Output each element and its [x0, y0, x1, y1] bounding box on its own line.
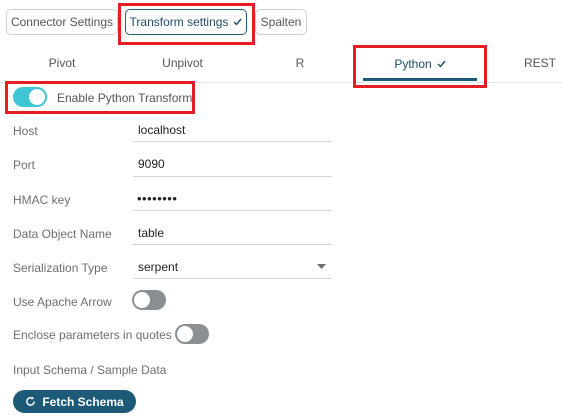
- tab-pivot-label: Pivot: [48, 56, 76, 70]
- tab-unpivot[interactable]: Unpivot: [155, 56, 210, 72]
- highlight-transform-settings: [118, 3, 255, 45]
- port-underline: [133, 176, 332, 177]
- tab-spalten[interactable]: Spalten: [255, 9, 307, 35]
- data-object-name-underline: [133, 244, 332, 245]
- use-apache-arrow-toggle[interactable]: [132, 290, 166, 310]
- tab-rest-label: REST: [523, 56, 556, 70]
- input-schema-label: Input Schema / Sample Data: [13, 363, 167, 377]
- host-label: Host: [13, 124, 38, 138]
- serialization-type-label: Serialization Type: [13, 261, 108, 275]
- data-object-name-input[interactable]: table: [138, 226, 164, 240]
- refresh-icon: [26, 396, 36, 406]
- highlight-python-tab: [353, 45, 487, 88]
- highlight-enable-toggle: [5, 81, 195, 114]
- host-underline: [133, 141, 332, 142]
- toggle-knob: [177, 326, 193, 342]
- serialization-type-select[interactable]: serpent: [138, 260, 178, 274]
- fetch-schema-button[interactable]: Fetch Schema: [13, 390, 136, 413]
- hmac-key-input[interactable]: ••••••••: [137, 191, 177, 206]
- port-input[interactable]: 9090: [138, 157, 165, 171]
- hmac-key-underline: [133, 210, 332, 211]
- use-apache-arrow-label: Use Apache Arrow: [13, 295, 112, 309]
- tab-r[interactable]: R: [292, 56, 308, 72]
- tab-r-label: R: [295, 56, 305, 70]
- enclose-parameters-toggle[interactable]: [175, 324, 209, 344]
- serialization-type-underline: [133, 278, 332, 279]
- fetch-schema-label: Fetch Schema: [42, 394, 124, 409]
- tab-pivot[interactable]: Pivot: [37, 56, 87, 72]
- tab-rest[interactable]: REST: [522, 56, 558, 72]
- enclose-parameters-label: Enclose parameters in quotes: [13, 328, 172, 342]
- tab-connector-settings[interactable]: Connector Settings: [6, 9, 118, 35]
- tab-spalten-label: Spalten: [260, 15, 302, 29]
- host-input[interactable]: localhost: [138, 123, 185, 137]
- data-object-name-label: Data Object Name: [13, 227, 112, 241]
- hmac-key-label: HMAC key: [13, 193, 71, 207]
- tab-connector-settings-label: Connector Settings: [10, 15, 114, 29]
- chevron-down-icon[interactable]: [317, 264, 326, 270]
- toggle-knob: [134, 292, 150, 308]
- tab-unpivot-label: Unpivot: [162, 56, 203, 70]
- port-label: Port: [13, 158, 36, 172]
